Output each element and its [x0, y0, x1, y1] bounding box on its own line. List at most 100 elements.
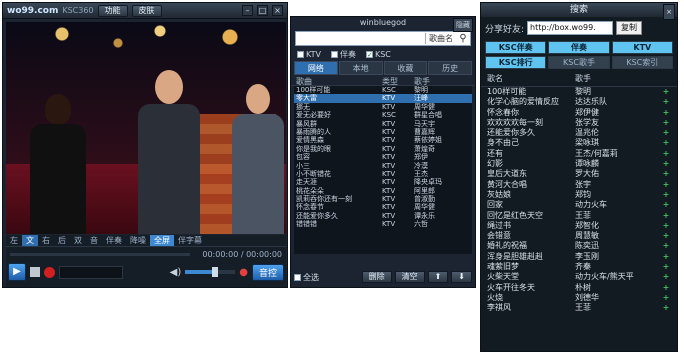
add-icon[interactable]: +: [661, 97, 671, 107]
stop-button[interactable]: [30, 267, 40, 277]
filter-tab[interactable]: KSC索引: [611, 56, 673, 69]
add-icon[interactable]: +: [661, 303, 671, 313]
result-row[interactable]: 怀念春你 郑伊健 +: [481, 108, 677, 118]
hide-button[interactable]: 隐藏: [453, 18, 473, 32]
add-icon[interactable]: +: [661, 200, 671, 210]
add-icon[interactable]: +: [661, 108, 671, 118]
add-icon[interactable]: +: [661, 211, 671, 221]
col-type[interactable]: 类型: [382, 76, 414, 85]
tab-mode-5[interactable]: 音: [86, 235, 102, 246]
close-icon[interactable]: ×: [272, 5, 283, 16]
function-button[interactable]: 功能: [97, 4, 128, 17]
add-icon[interactable]: +: [661, 252, 671, 262]
filter-tab[interactable]: KSC排行: [485, 56, 547, 69]
result-row[interactable]: 火烧 刘德华 +: [481, 293, 677, 303]
tab-history[interactable]: 历史: [428, 61, 472, 75]
add-icon[interactable]: +: [661, 221, 671, 231]
add-icon[interactable]: +: [661, 180, 671, 190]
result-row[interactable]: 皇后大道东 罗大佑 +: [481, 169, 677, 179]
tab-mode-7[interactable]: 降噪: [126, 235, 150, 246]
check-accompaniment[interactable]: 伴奏: [330, 49, 356, 60]
add-icon[interactable]: +: [661, 128, 671, 138]
delete-button[interactable]: 删除: [361, 271, 392, 283]
song-row[interactable]: 爱情黑森 KTV 蔡依婷姐: [294, 136, 472, 144]
song-row[interactable]: 暴雨腾的人 KTV 曹嘉辉: [294, 128, 472, 136]
skin-button[interactable]: 皮肤: [131, 4, 162, 17]
song-row[interactable]: 错错错 KTV 六哲: [294, 220, 472, 228]
result-row[interactable]: 浑身是胆雄赳赳 李玉刚 +: [481, 252, 677, 262]
add-icon[interactable]: +: [661, 149, 671, 159]
tab-mode-1[interactable]: 文: [22, 235, 38, 246]
filter-tab[interactable]: KSC歌手: [548, 56, 610, 69]
search-icon[interactable]: ⚲: [456, 33, 470, 44]
volume-knob[interactable]: [212, 267, 219, 277]
check-ksc[interactable]: ✓ KSC: [365, 50, 391, 59]
song-row[interactable]: 怀念春节 KTV 周华健: [294, 203, 472, 211]
tab-mode-3[interactable]: 后: [54, 235, 70, 246]
song-row[interactable]: 暴风群 KTV 马天宇: [294, 120, 472, 128]
maximize-icon[interactable]: □: [257, 5, 268, 16]
result-row[interactable]: 还能爱你多久 温兆伦 +: [481, 128, 677, 138]
col-song[interactable]: 歌曲: [294, 76, 382, 85]
add-icon[interactable]: +: [661, 272, 671, 282]
song-row[interactable]: 走天涯 KTV 降央卓玛: [294, 178, 472, 186]
tab-local[interactable]: 本地: [338, 61, 383, 75]
add-icon[interactable]: +: [661, 169, 671, 179]
result-row[interactable]: 灰姑娘 郑钧 +: [481, 190, 677, 200]
mic-icon[interactable]: ●: [239, 267, 248, 278]
col-singer[interactable]: 歌手: [414, 76, 472, 85]
seek-bar[interactable]: [10, 253, 190, 256]
song-row[interactable]: 零大雷 KTV 汪峰: [294, 94, 472, 103]
song-row[interactable]: 桃花朵朵 KTV 阿里郎: [294, 187, 472, 195]
song-list[interactable]: 100样可能 KSC 黎明 零大雷 KTV 汪峰 挪无 KTV 周华健 爱无必要好 KSC 群星合唱暴…: [294, 86, 472, 254]
result-row[interactable]: 回家 动力火车 +: [481, 200, 677, 210]
check-ktv[interactable]: KTV: [297, 50, 321, 59]
song-row[interactable]: 挪无 KTV 周华健: [294, 103, 472, 111]
filter-tab[interactable]: KSC伴奏: [485, 41, 547, 54]
tab-favorites[interactable]: 收藏: [383, 61, 428, 75]
tab-network[interactable]: 网络: [294, 61, 338, 75]
result-row[interactable]: 会错意 周慧敏 +: [481, 231, 677, 241]
tab-mode-2[interactable]: 右: [38, 235, 54, 246]
result-row[interactable]: 火柴天堂 动力火车/熊天平 +: [481, 272, 677, 282]
add-icon[interactable]: +: [661, 241, 671, 251]
song-row[interactable]: 包容 KTV 郑伊: [294, 153, 472, 161]
play-button[interactable]: ▶: [8, 263, 26, 281]
song-row[interactable]: 小不断错花 KTV 王杰: [294, 170, 472, 178]
search-mode-select[interactable]: 歌曲名: [425, 33, 456, 44]
result-row[interactable]: 身不由己 梁咏琪 +: [481, 138, 677, 148]
copy-button[interactable]: 复制: [616, 21, 643, 35]
add-icon[interactable]: +: [661, 118, 671, 128]
result-row[interactable]: 欢欢欢欢每一刻 张学友 +: [481, 118, 677, 128]
clear-button[interactable]: 清空: [394, 271, 425, 283]
song-search-input[interactable]: [296, 34, 425, 43]
result-row[interactable]: 还有 王杰/何嘉莉 +: [481, 149, 677, 159]
select-all-check[interactable]: 全选: [294, 272, 319, 283]
move-down-icon[interactable]: ⬇: [451, 271, 472, 283]
result-row[interactable]: 火车开往冬天 朴树 +: [481, 283, 677, 293]
speaker-icon[interactable]: ◀): [170, 267, 182, 278]
tab-mode-6[interactable]: 伴奏: [102, 235, 126, 246]
minimize-icon[interactable]: –: [242, 5, 253, 16]
result-row[interactable]: 绳过书 郑智化 +: [481, 221, 677, 231]
song-row[interactable]: 你是我的眼 KTV 萧煌奇: [294, 145, 472, 153]
filter-tab[interactable]: 伴奏: [548, 41, 610, 54]
add-icon[interactable]: +: [661, 159, 671, 169]
result-row[interactable]: 魂萦旧梦 齐秦 +: [481, 262, 677, 272]
tab-mode-0[interactable]: 左: [6, 235, 22, 246]
result-row[interactable]: 回忆是红色天空 王菲 +: [481, 211, 677, 221]
record-button[interactable]: [44, 266, 55, 278]
volume-slider[interactable]: [185, 267, 236, 277]
result-row[interactable]: 100样可能 黎明 +: [481, 87, 677, 97]
tab-fullscreen[interactable]: 全屏: [150, 235, 174, 246]
video-area[interactable]: [6, 22, 286, 234]
add-icon[interactable]: +: [661, 283, 671, 293]
close-icon[interactable]: ×: [663, 4, 675, 20]
song-row[interactable]: 小三 KTV 冷漠: [294, 162, 472, 170]
results-list[interactable]: 100样可能 黎明 + 化学心脑的爱情反应 达达乐队 + 怀念春你 郑伊健 + 欢欢欢欢每一刻 张学…: [481, 87, 677, 314]
add-icon[interactable]: +: [661, 231, 671, 241]
result-row[interactable]: 幻影 谭咏麟 +: [481, 159, 677, 169]
add-icon[interactable]: +: [661, 262, 671, 272]
add-icon[interactable]: +: [661, 87, 671, 97]
song-row[interactable]: 还能爱你多久 KTV 谭永乐: [294, 212, 472, 220]
